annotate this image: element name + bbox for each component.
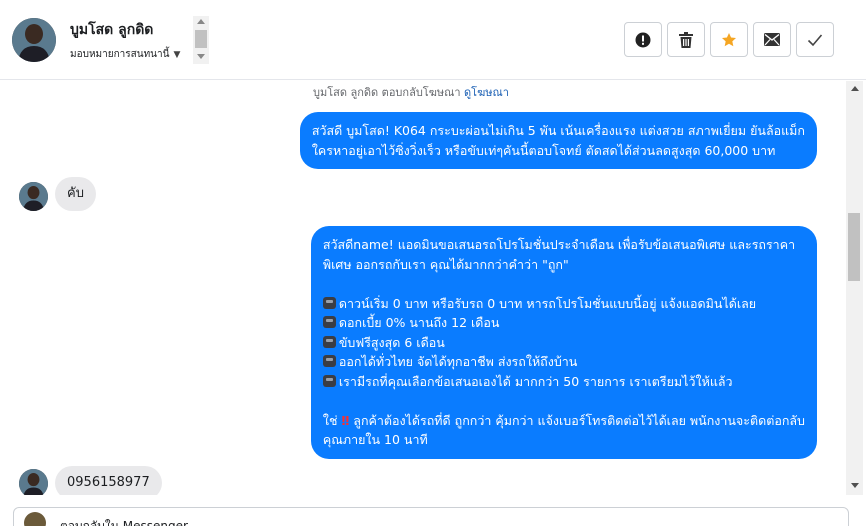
car-emoji-icon [322,296,336,309]
message-line: ขับฟรีสูงสุด 6 เดือน [322,333,805,353]
scroll-thumb[interactable] [195,30,207,48]
scroll-up-arrow-icon[interactable] [851,86,859,91]
contact-avatar-small [19,182,48,211]
exclamation-circle-icon [635,32,651,47]
message-line: สวัสดีname! แอดมินขอเสนอรถโปรโมชั่นประจำ… [322,237,796,252]
conversation-header: บูมโสด ลูกดิด มอบหมายการสนทนานี้ ▼ [0,0,866,80]
double-exclamation-icon: ‼ [341,412,350,428]
message-line: ใช่ ‼ ลูกค้าต้องได้รถที่ดี ถูกกว่า คุ้มก… [322,412,805,428]
trash-icon [679,31,693,48]
caret-down-icon: ▼ [173,49,181,60]
header-mini-scrollbar[interactable] [193,16,209,64]
car-emoji-icon [322,374,336,387]
contact-name: บูมโสด ลูกดิด [70,22,154,38]
delete-button[interactable] [667,22,705,57]
assign-conversation-dropdown[interactable]: มอบหมายการสนทนานี้ ▼ [70,47,180,62]
message-line: ดอกเบี้ย 0% นานถึง 12 เดือน [322,313,805,333]
thread-scrollbar[interactable] [846,81,863,495]
message-line: เรามีรถที่คุณเลือกข้อเสนอเองได้ มากกว่า … [322,372,805,392]
report-button[interactable] [624,22,662,57]
contact-avatar-small [19,469,48,495]
incoming-message: คับ [55,177,96,211]
message-line: คุณภายใน 10 นาที [322,432,428,447]
outgoing-message: สวัสดีname! แอดมินขอเสนอรถโปรโมชั่นประจำ… [310,226,817,459]
car-emoji-icon [322,335,336,348]
scroll-thumb[interactable] [848,213,860,281]
checkmark-icon [807,33,823,46]
car-emoji-icon [322,316,336,328]
assign-label: มอบหมายการสนทนานี้ [70,49,170,60]
message-thread[interactable]: บูมโสด ลูกดิด ตอบกลับโฆษณา ดูโฆษณา สวัสด… [0,81,846,495]
mark-done-button[interactable] [796,22,834,57]
reply-composer[interactable]: ตอบกลับใน Messenger [13,507,849,526]
envelope-icon [764,33,780,46]
scroll-down-arrow-icon[interactable] [197,54,205,59]
star-button[interactable] [710,22,748,57]
outgoing-message: สวัสดี บูมโสด! K064 กระบะผ่อนไม่เกิน 5 พ… [299,112,817,169]
mail-button[interactable] [753,22,791,57]
view-ad-link[interactable]: ดูโฆษณา [464,86,509,99]
contact-avatar[interactable] [12,18,56,62]
ad-reply-notice: บูมโสด ลูกดิด ตอบกลับโฆษณา ดูโฆษณา [313,83,509,101]
message-line: ออกได้ทั่วไทย จัดได้ทุกอาชีพ ส่งรถให้ถึง… [322,352,805,372]
ad-reply-text: บูมโสด ลูกดิด ตอบกลับโฆษณา [313,86,461,99]
message-line: พิเศษ ออกรถกับเรา คุณได้มากกว่าคำว่า "ถู… [322,256,569,272]
car-emoji-icon [322,355,336,367]
scroll-up-arrow-icon[interactable] [197,19,205,24]
scroll-down-arrow-icon[interactable] [851,483,859,488]
message-line: ดาวน์เริ่ม 0 บาท หรือรับรถ 0 บาท หารถโปร… [322,294,805,314]
star-icon [722,32,736,46]
incoming-message: 0956158977 [55,466,162,495]
composer-placeholder[interactable]: ตอบกลับใน Messenger [60,517,188,526]
page-avatar [24,512,46,526]
